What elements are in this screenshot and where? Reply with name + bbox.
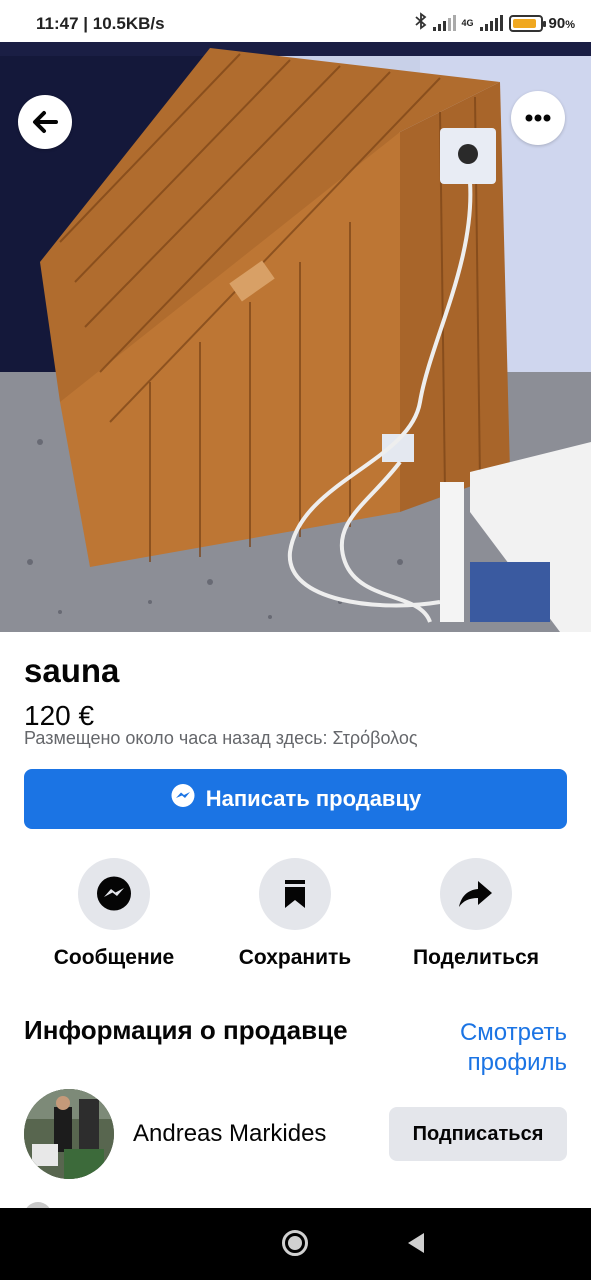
listing-photo[interactable] <box>0 42 591 632</box>
message-seller-button[interactable]: Написать продавцу <box>24 769 567 829</box>
message-action[interactable]: Сообщение <box>24 858 204 970</box>
back-button[interactable] <box>18 95 72 149</box>
arrow-left-icon <box>32 110 58 134</box>
back-nav-icon[interactable] <box>408 1233 424 1253</box>
network-type: 4G <box>461 17 474 28</box>
more-options-button[interactable] <box>511 91 565 145</box>
seller-info-heading: Информация о продавце <box>24 1015 348 1045</box>
listing-actions: Сообщение Сохранить Поделиться <box>0 858 591 970</box>
status-icons: 4G 90% <box>414 12 575 34</box>
bluetooth-icon <box>414 12 427 34</box>
share-action[interactable]: Поделиться <box>386 858 566 970</box>
more-horizontal-icon <box>525 114 551 122</box>
sauna-photo-illustration <box>0 42 591 632</box>
avatar-photo <box>24 1089 114 1179</box>
share-action-label: Поделиться <box>412 946 540 969</box>
status-bar: 11:47 | 10.5KB/s 4G 90% <box>0 0 591 42</box>
seller-name[interactable]: Andreas Markides <box>133 1120 326 1148</box>
view-profile-link[interactable]: Смотреть профиль <box>417 1018 567 1078</box>
share-arrow-icon <box>440 858 512 930</box>
messenger-icon <box>170 783 196 815</box>
system-navigation-bar <box>0 1208 591 1280</box>
save-action-label: Сохранить <box>238 946 352 969</box>
listing-title: sauna <box>24 652 120 689</box>
signal-icon-2 <box>479 15 503 31</box>
messenger-icon <box>78 858 150 930</box>
battery-percent: 90% <box>548 14 575 32</box>
message-action-label: Сообщение <box>53 946 175 969</box>
avatar[interactable] <box>24 1089 114 1179</box>
home-nav-icon[interactable] <box>282 1230 308 1256</box>
save-action[interactable]: Сохранить <box>205 858 385 970</box>
battery-icon <box>508 14 546 32</box>
status-time: 11:47 | 10.5KB/s <box>36 14 165 33</box>
message-seller-label: Написать продавцу <box>205 786 422 811</box>
bookmark-icon <box>259 858 331 930</box>
signal-icon <box>432 15 456 31</box>
follow-button[interactable]: Подписаться <box>389 1107 567 1161</box>
listing-meta: Размещено около часа назад здесь: Στρόβο… <box>24 728 418 748</box>
